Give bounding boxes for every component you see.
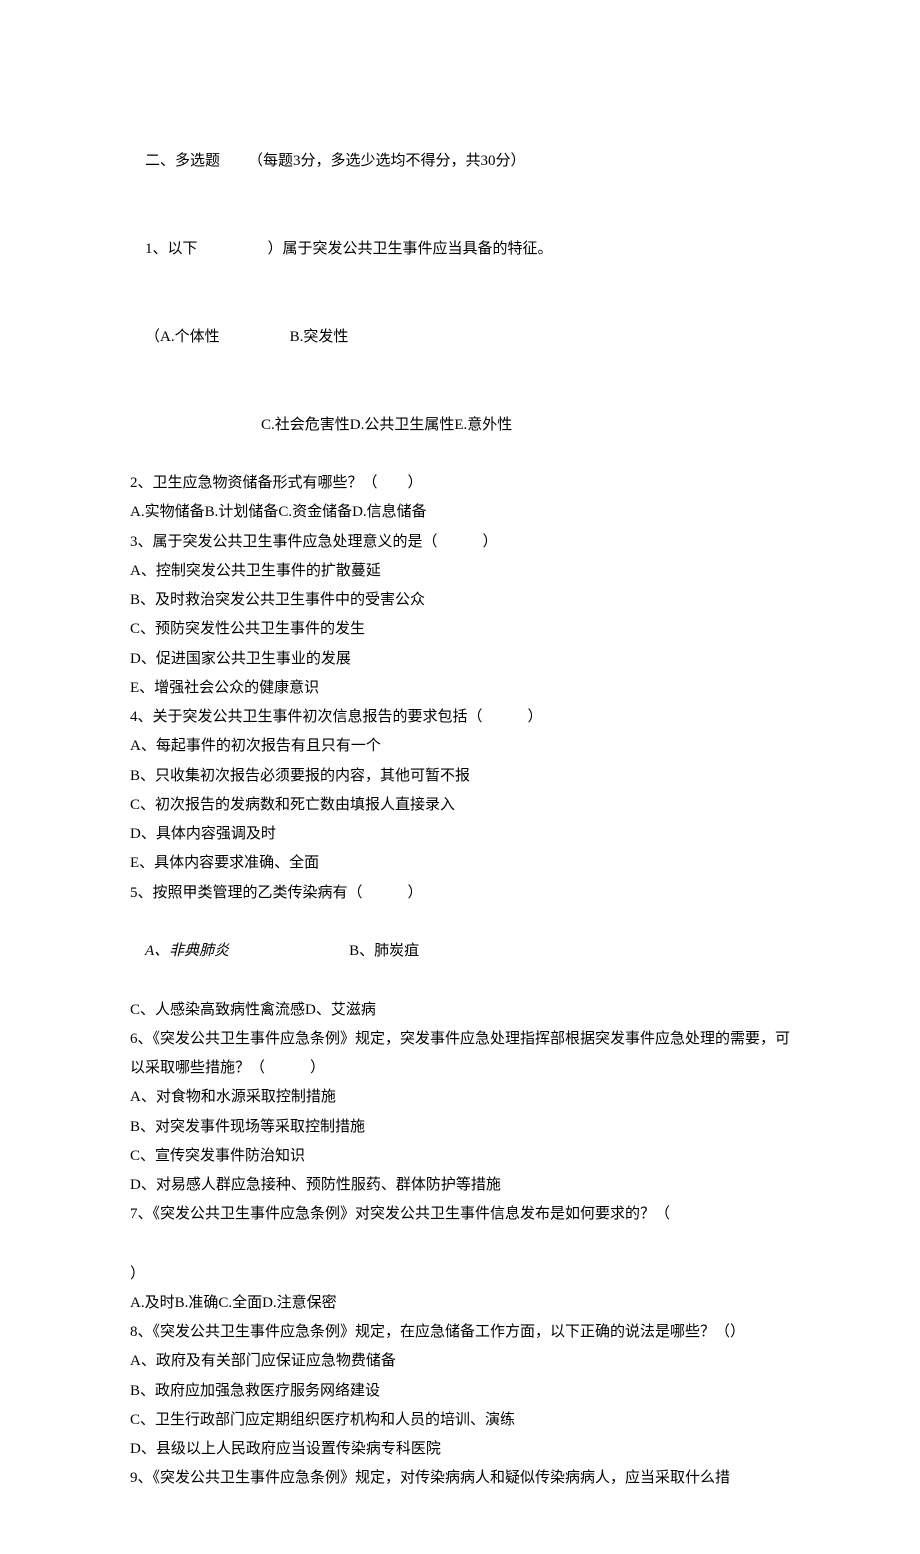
q1-options-line2: （A.个体性 B.突发性 [130,294,790,382]
q4-option-c: C、初次报告的发病数和死亡数由填报人直接录入 [130,791,790,820]
q4-option-b: B、只收集初次报告必须要报的内容，其他可暂不报 [130,762,790,791]
q7-options: A.及时B.准确C.全面D.注意保密 [130,1289,790,1318]
q3-stem: 3、属于突发公共卫生事件应急处理意义的是（ ） [130,528,790,557]
q6-option-c: C、宣传突发事件防治知识 [130,1142,790,1171]
section-title-prefix: 二、多选题 [145,153,220,169]
q5-options-ab: A、非典肺炎 B、肺炭疽 [130,908,790,996]
section-title-rule: （每题3分，多选少选均不得分，共30分） [248,153,526,169]
q1-option-a: （A.个体性 [145,329,220,345]
q4-option-a: A、每起事件的初次报告有且只有一个 [130,732,790,761]
q3-option-c: C、预防突发性公共卫生事件的发生 [130,615,790,644]
q5-option-b: B、肺炭疽 [349,943,419,959]
q2-options: A.实物储备B.计划储备C.资金储备D.信息储备 [130,498,790,527]
q1-options-cde: C.社会危害性D.公共卫生属性E.意外性 [261,417,512,433]
q8-option-a: A、政府及有关部门应保证应急物费储备 [130,1347,790,1376]
q1-stem-a: 1、以下 [145,241,198,257]
q4-option-e: E、具体内容要求准确、全面 [130,849,790,878]
blank-spacer [130,1230,790,1260]
q5-stem: 5、按照甲类管理的乙类传染病有（ ） [130,879,790,908]
q1-option-b: B.突发性 [290,329,349,345]
q8-option-d: D、县级以上人民政府应当设置传染病专科医院 [130,1435,790,1464]
q3-option-a: A、控制突发公共卫生事件的扩散蔓延 [130,557,790,586]
q9-stem: 9、《突发公共卫生事件应急条例》规定，对传染病病人和疑似传染病病人，应当采取什么… [130,1464,790,1493]
section-header: 二、多选题 （每题3分，多选少选均不得分，共30分） [130,118,790,206]
q3-option-d: D、促进国家公共卫生事业的发展 [130,645,790,674]
q1-options-line3: C.社会危害性D.公共卫生属性E.意外性 [130,381,790,469]
q7-stem: 7、《突发公共卫生事件应急条例》对突发公共卫生事件信息发布是如何要求的？（ [130,1200,790,1229]
q8-option-b: B、政府应加强急救医疗服务网络建设 [130,1377,790,1406]
q5-options-cd: C、人感染高致病性禽流感D、艾滋病 [130,996,790,1025]
q8-stem: 8、《突发公共卫生事件应急条例》规定，在应急储备工作方面，以下正确的说法是哪些？… [130,1318,790,1347]
q1-stem-b: ）属于突发公共卫生事件应当具备的特征。 [268,241,553,257]
q6-stem: 6、《突发公共卫生事件应急条例》规定，突发事件应急处理指挥部根据突发事件应急处理… [130,1025,790,1084]
q1-stem: 1、以下 ）属于突发公共卫生事件应当具备的特征。 [130,206,790,294]
q6-option-b: B、对突发事件现场等采取控制措施 [130,1113,790,1142]
q7-close-paren: ） [130,1260,790,1289]
q8-option-c: C、卫生行政部门应定期组织医疗机构和人员的培训、演练 [130,1406,790,1435]
q3-option-e: E、增强社会公众的健康意识 [130,674,790,703]
q5-option-a: A、非典肺炎 [145,943,229,959]
document-page: 二、多选题 （每题3分，多选少选均不得分，共30分） 1、以下 ）属于突发公共卫生事… [0,0,920,1554]
q4-stem: 4、关于突发公共卫生事件初次信息报告的要求包括（ ） [130,703,790,732]
q6-option-d: D、对易感人群应急接种、预防性服药、群体防护等措施 [130,1171,790,1200]
q6-option-a: A、对食物和水源采取控制措施 [130,1083,790,1112]
q4-option-d: D、具体内容强调及时 [130,820,790,849]
q2-stem: 2、卫生应急物资储备形式有哪些？（ ） [130,469,790,498]
q3-option-b: B、及时救治突发公共卫生事件中的受害公众 [130,586,790,615]
